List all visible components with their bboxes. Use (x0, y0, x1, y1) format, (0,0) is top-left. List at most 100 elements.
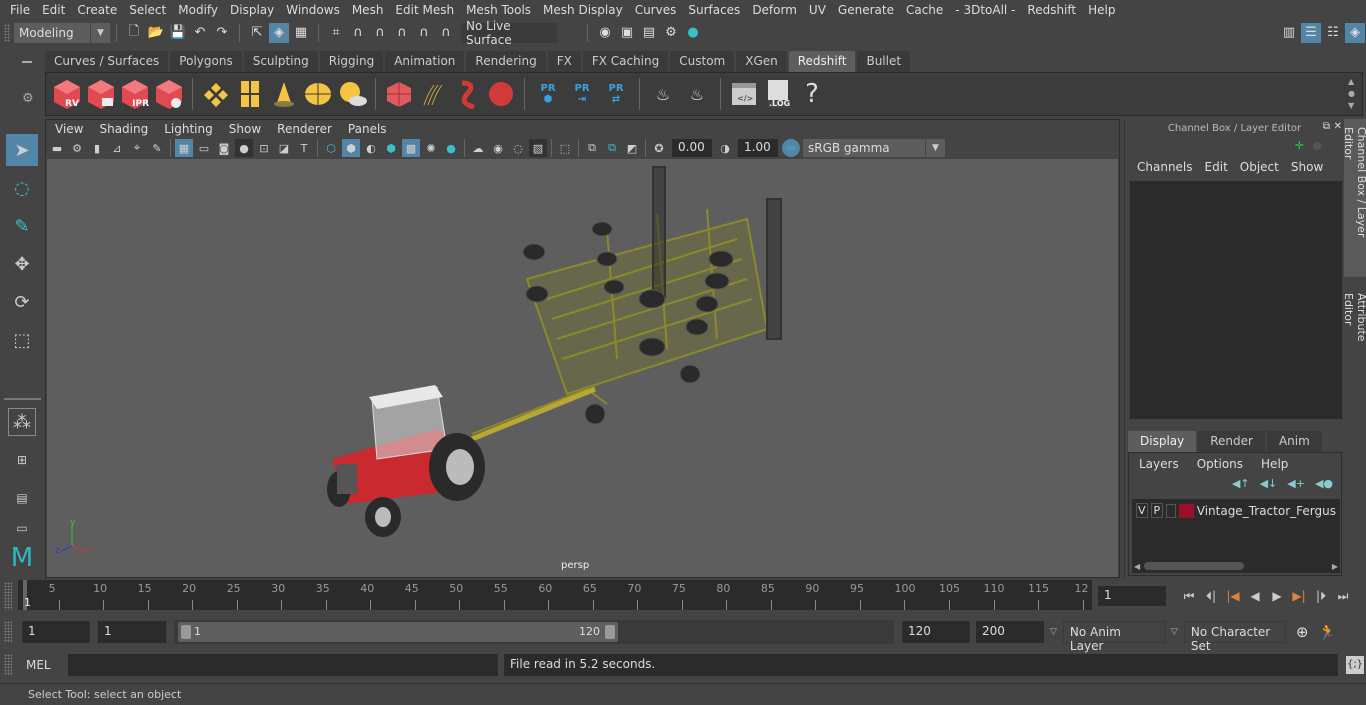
pr-swap-icon[interactable]: PR ⇄ (601, 77, 631, 111)
menu-help[interactable]: Help (1082, 3, 1121, 17)
animation-end-field[interactable]: 200 (976, 621, 1044, 643)
channel-box-list[interactable] (1130, 181, 1342, 419)
bake-icon[interactable]: ♨ (682, 77, 712, 111)
snap-grid-icon[interactable]: ⌗ (326, 23, 346, 43)
grease-pencil-icon[interactable]: ✎ (148, 139, 166, 157)
backface-icon[interactable]: ◩ (623, 139, 641, 157)
outliner-persp-layout-icon[interactable]: ▤ (6, 482, 38, 514)
redshift-render-view-icon[interactable]: RV (52, 77, 82, 111)
menu-surfaces[interactable]: Surfaces (682, 3, 746, 17)
scroll-left-icon[interactable]: ◀ (1134, 562, 1140, 571)
resolution-gate-icon[interactable]: ◙ (215, 139, 233, 157)
menu-mesh-tools[interactable]: Mesh Tools (460, 3, 537, 17)
go-to-end-icon[interactable]: ⏭ (1332, 586, 1354, 606)
layer-color-swatch[interactable] (1178, 503, 1194, 518)
sync-icon[interactable]: ● (1312, 139, 1322, 152)
shelf-tab-rigging[interactable]: Rigging (319, 51, 384, 72)
snap-point-icon[interactable]: ∩ (370, 23, 390, 43)
viewport-menu-renderer[interactable]: Renderer (269, 122, 340, 136)
rs-dome-light-icon[interactable] (303, 77, 333, 111)
shelf-menu-icon[interactable] (22, 61, 32, 63)
cmdline-grip[interactable] (4, 654, 12, 676)
textured-icon[interactable]: ▩ (402, 139, 420, 157)
film-gate-icon[interactable]: ▭ (195, 139, 213, 157)
safe-action-icon[interactable]: ◪ (275, 139, 293, 157)
command-input[interactable] (68, 654, 498, 676)
channel-box-menu-edit[interactable]: Edit (1201, 160, 1236, 174)
rs-ies-light-icon[interactable] (269, 77, 299, 111)
animation-preferences-icon[interactable]: 🏃 (1318, 623, 1337, 641)
rs-hair-icon[interactable] (418, 77, 448, 111)
rs-proxy-icon[interactable] (384, 77, 414, 111)
time-slider[interactable]: 1 5 10 15 20 25 30 35 40 45 50 55 60 65 70 75 80 85 90 95 1… (18, 580, 1092, 610)
menu-generate[interactable]: Generate (832, 3, 900, 17)
select-object-icon[interactable]: ◈ (269, 22, 289, 43)
snap-curve-icon[interactable]: ∩ (348, 23, 368, 43)
shelf-scroll[interactable]: ▲ ● ▼ (1348, 76, 1358, 112)
menu-create[interactable]: Create (71, 3, 123, 17)
rs-sphere-icon[interactable] (486, 77, 516, 111)
channel-box-toggle-icon[interactable]: ◈ (1345, 22, 1365, 43)
new-layer-selected-icon[interactable]: ◀● (1315, 477, 1333, 490)
safe-title-icon[interactable]: T (295, 139, 313, 157)
use-all-lights-icon[interactable]: ✺ (422, 139, 440, 157)
move-layer-down-icon[interactable]: ◀↓ (1260, 477, 1278, 490)
shelf-tab-fx-caching[interactable]: FX Caching (582, 51, 669, 72)
step-back-key-icon[interactable]: |◀ (1222, 586, 1244, 606)
3d-viewport-canvas[interactable]: y x z persp (47, 159, 1118, 577)
playback-start-field[interactable]: 1 (98, 621, 166, 643)
pr-mesh-icon[interactable]: PR ⬢ (533, 77, 563, 111)
timeline-grip[interactable] (4, 582, 12, 610)
float-panel-icon[interactable]: ⧉ (1323, 121, 1330, 132)
persp-graph-layout-icon[interactable]: ▭ (6, 520, 38, 536)
redshift-ipr-icon[interactable]: IPR (120, 77, 150, 111)
step-forward-frame-icon[interactable]: |⏵ (1310, 586, 1332, 606)
log-file-icon[interactable]: .LOG (763, 77, 793, 111)
menu-windows[interactable]: Windows (280, 3, 346, 17)
field-chart-icon[interactable]: ⊡ (255, 139, 273, 157)
gate-mask-icon[interactable]: ● (235, 139, 253, 157)
go-to-start-icon[interactable]: ⏮ (1178, 586, 1200, 606)
image-plane-icon[interactable]: ⊿ (108, 139, 126, 157)
rs-sun-sky-icon[interactable] (337, 77, 367, 111)
live-surface-field[interactable]: No Live Surface (461, 19, 557, 47)
move-tool-icon[interactable]: ✥ (6, 248, 38, 280)
shelf-tab-rendering[interactable]: Rendering (466, 51, 546, 72)
pr-export-icon[interactable]: PR ⇥ (567, 77, 597, 111)
lasso-tool-icon[interactable]: ◌ (6, 172, 38, 204)
scroll-right-icon[interactable]: ▶ (1332, 562, 1338, 571)
layer-tab-display[interactable]: Display (1128, 431, 1197, 452)
layer-name[interactable]: Vintage_Tractor_Ferguson_6 (1197, 504, 1336, 518)
scroll-thumb[interactable] (1144, 562, 1245, 570)
shelf-tab-bullet[interactable]: Bullet (857, 51, 911, 72)
viewport-menu-panels[interactable]: Panels (340, 122, 395, 136)
select-hierarchy-icon[interactable]: ⇱ (247, 23, 267, 43)
four-view-layout-icon[interactable]: ⊞ (6, 444, 38, 476)
layer-visibility-toggle[interactable]: V (1136, 503, 1148, 518)
play-forwards-icon[interactable]: ▶ (1266, 586, 1288, 606)
menu-file[interactable]: File (4, 3, 36, 17)
bake-multiple-icon[interactable]: ♨ (648, 77, 678, 111)
rotate-tool-icon[interactable]: ⟳ (6, 286, 38, 318)
script-editor-icon[interactable]: {;} (1346, 656, 1364, 674)
layer-display-type-toggle[interactable] (1166, 503, 1176, 518)
menu-deform[interactable]: Deform (746, 3, 803, 17)
snap-surface-icon[interactable]: ∩ (414, 23, 434, 43)
shelf-tab-custom[interactable]: Custom (670, 51, 735, 72)
redshift-batch-render-icon[interactable] (86, 77, 116, 111)
snap-live-icon[interactable]: ∩ (436, 23, 456, 43)
anim-layer-dropdown-icon[interactable]: ▽ (1050, 627, 1057, 637)
shelf-settings-gear-icon[interactable]: ⚙ (22, 91, 34, 106)
xray-active-icon[interactable]: ⧉ (603, 139, 621, 157)
character-set-dropdown-icon[interactable]: ▽ (1171, 627, 1178, 637)
layer-menu-layers[interactable]: Layers (1135, 457, 1193, 471)
save-scene-icon[interactable]: 💾 (168, 23, 188, 43)
snap-view-icon[interactable]: ∩ (392, 23, 412, 43)
wireframe-icon[interactable]: ⬡ (322, 139, 340, 157)
viewport-menu-view[interactable]: View (47, 122, 91, 136)
menu-mesh-display[interactable]: Mesh Display (537, 3, 629, 17)
menu-modify[interactable]: Modify (172, 3, 224, 17)
anti-aliasing-icon[interactable]: ◌ (509, 139, 527, 157)
bookmark-icon[interactable]: ▮ (88, 139, 106, 157)
menu-curves[interactable]: Curves (629, 3, 683, 17)
